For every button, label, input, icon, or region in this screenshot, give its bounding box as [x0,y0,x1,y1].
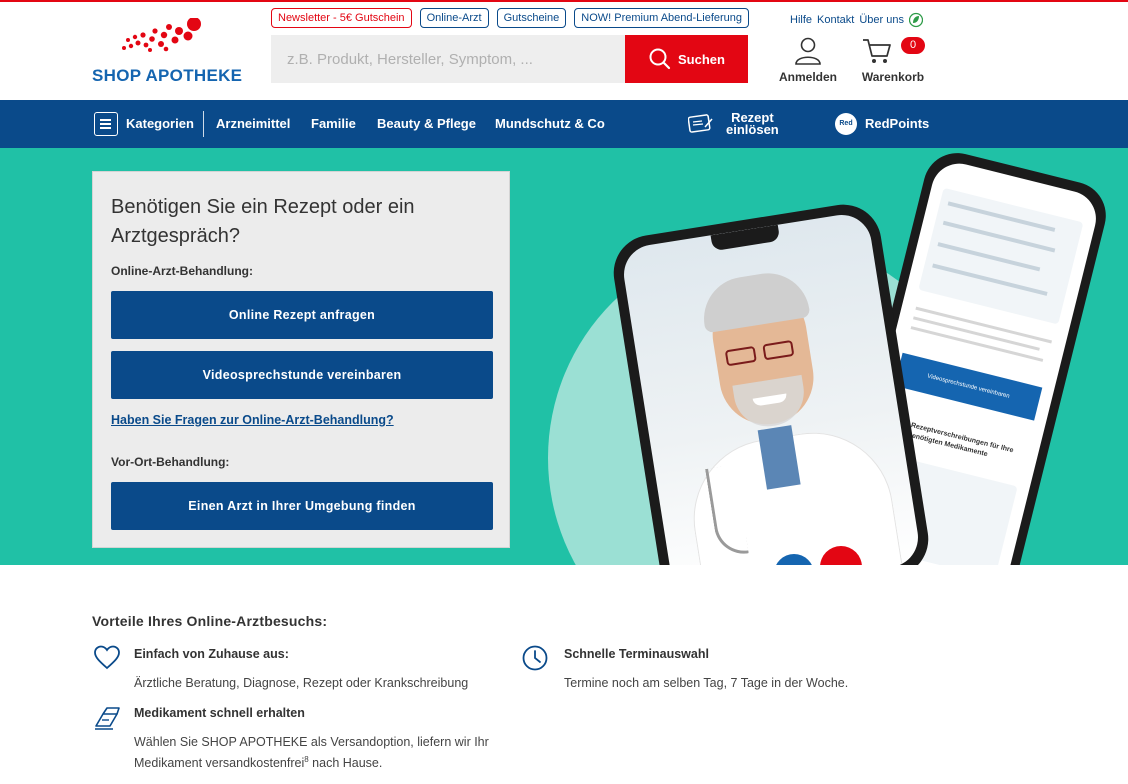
cart-count-badge: 0 [901,37,925,54]
benefit-delivery-title: Medikament schnell erhalten [134,706,305,720]
search-button[interactable]: Suchen [625,35,748,83]
benefit-appointment-title: Schnelle Terminauswahl [564,647,709,661]
nav-categories-label: Kategorien [126,116,194,131]
promo-links: Newsletter - 5€ Gutschein Online-Arzt Gu… [271,8,750,28]
nav-prescription-label: Rezept einlösen [726,110,779,137]
online-treatment-label: Online-Arzt-Behandlung: [111,264,253,278]
main-navigation: Kategorien Arzneimittel Familie Beauty &… [0,100,1128,148]
login-label: Anmelden [778,70,837,84]
heart-icon [94,645,120,670]
menu-icon [94,112,118,136]
nav-mundschutz[interactable]: Mundschutz & Co [495,100,605,148]
benefit-appointment-text: Termine noch am selben Tag, 7 Tage in de… [564,676,849,690]
nav-prescription[interactable]: Rezept einlösen [688,100,779,148]
nav-redpoints[interactable]: Red RedPoints [835,100,929,148]
benefit-delivery-text: Wählen Sie SHOP APOTHEKE als Versandopti… [134,735,489,771]
redpoints-icon: Red [835,113,857,135]
hero-section: Videosprechstunde vereinbaren Online Rez… [0,148,1128,565]
phone-cta-button: Videosprechstunde vereinbaren [894,352,1043,421]
contact-link[interactable]: Kontakt [817,14,854,26]
nav-divider [203,111,204,137]
hero-title: Benötigen Sie ein Rezept oder ein Arztge… [111,196,415,247]
nav-familie[interactable]: Familie [311,100,356,148]
nav-redpoints-label: RedPoints [865,116,930,131]
online-prescription-button[interactable]: Online Rezept anfragen [111,291,493,339]
nav-categories[interactable]: Kategorien [94,100,194,148]
cart-icon [863,39,891,63]
user-icon [795,37,821,65]
logo-wordmark: SHOP APOTHEKE [92,66,243,85]
cart-label: Warenkorb [861,70,925,84]
delivery-box-icon [95,707,120,730]
local-treatment-label: Vor-Ort-Behandlung: [111,455,230,469]
benefits-section: Vorteile Ihres Online-Arztbesuchs: Einfa… [0,565,1128,784]
logo-dots-icon [122,18,201,52]
phone-video-call-image [608,199,934,565]
shop-apotheke-logo[interactable]: SHOP APOTHEKE [92,18,252,86]
video-consultation-button[interactable]: Videosprechstunde vereinbaren [111,351,493,399]
prescription-icon [688,114,713,133]
promo-newsletter[interactable]: Newsletter - 5€ Gutschein [271,8,412,28]
cart-button[interactable]: Warenkorb 0 [858,36,928,84]
site-header: SHOP APOTHEKE Newsletter - 5€ Gutschein … [0,2,1128,100]
benefit-home-title: Einfach von Zuhause aus: [134,647,289,661]
search-bar: Suchen [271,35,748,83]
search-button-label: Suchen [678,51,725,67]
nav-beauty-pflege[interactable]: Beauty & Pflege [377,100,476,148]
promo-now-delivery[interactable]: NOW! Premium Abend-Lieferung [574,8,750,28]
leaf-icon [908,12,923,28]
find-local-doctor-button[interactable]: Einen Arzt in Ihrer Umgebung finden [111,482,493,530]
help-link[interactable]: Hilfe [790,14,812,26]
promo-online-arzt[interactable]: Online-Arzt [419,8,489,28]
benefit-home-text: Ärztliche Beratung, Diagnose, Rezept ode… [134,676,469,690]
utility-links: Hilfe Kontakt Über uns [790,12,923,28]
login-button[interactable]: Anmelden [777,36,839,84]
benefits-heading: Vorteile Ihres Online-Arztbesuchs: [92,613,328,629]
search-icon [649,48,671,70]
clock-icon [522,645,548,671]
prescription-panel: Benötigen Sie ein Rezept oder ein Arztge… [92,171,510,548]
promo-gutscheine[interactable]: Gutscheine [496,8,567,28]
faq-online-doctor-link[interactable]: Haben Sie Fragen zur Online-Arzt-Behandl… [111,413,394,427]
search-input[interactable] [271,35,625,83]
about-link[interactable]: Über uns [859,14,904,26]
nav-arzneimittel[interactable]: Arzneimittel [216,100,290,148]
